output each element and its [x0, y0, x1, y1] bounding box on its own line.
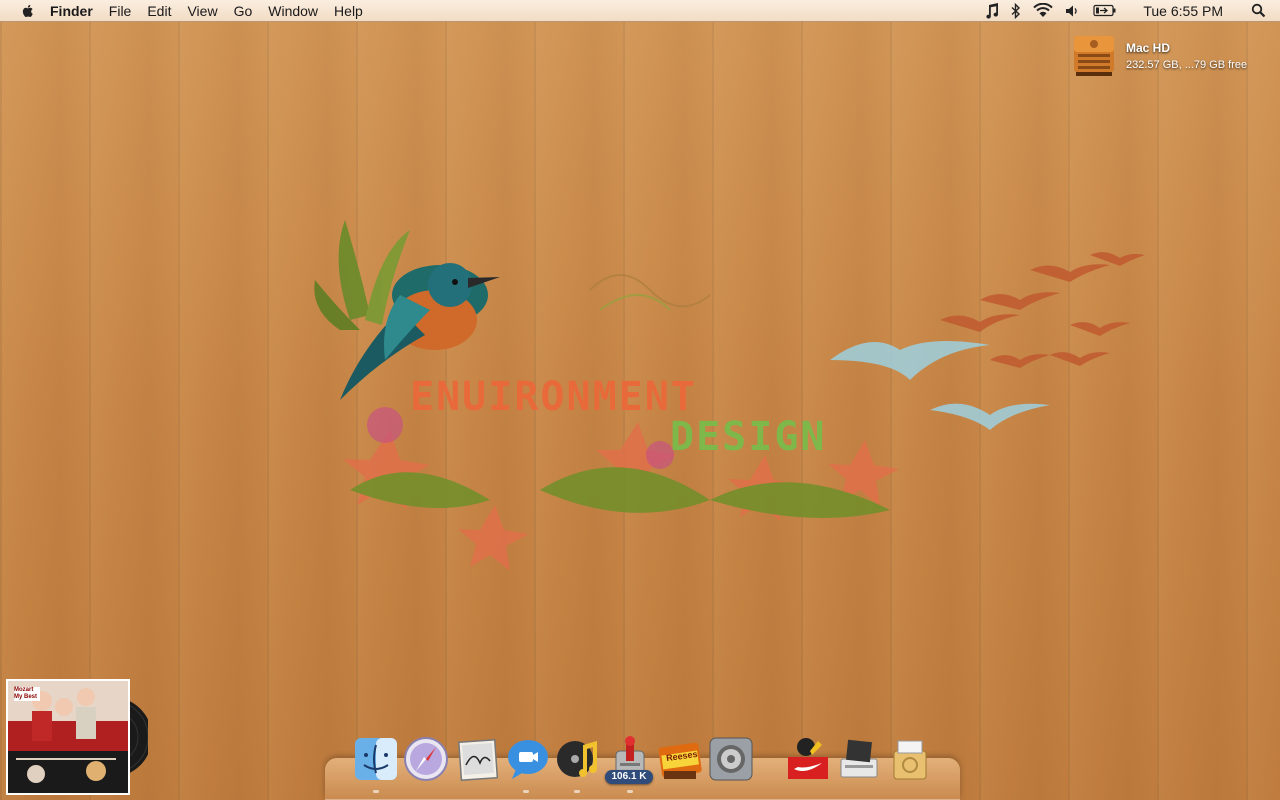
menu-file[interactable]: File: [101, 0, 140, 22]
dock-reeses[interactable]: Reeses: [656, 735, 704, 783]
dock-ichat[interactable]: [504, 735, 552, 783]
finder-running-indicator: [373, 790, 379, 793]
itunes-running-indicator: [574, 790, 580, 793]
ichat-icon: [508, 740, 548, 779]
bluetooth-icon[interactable]: [1011, 0, 1021, 22]
menu-clock[interactable]: Tue 6:55 PM: [1135, 0, 1231, 22]
transmission-running-indicator: [627, 790, 633, 793]
wallpaper-artwork: ENUIRONMENT DESIGN: [314, 220, 1145, 571]
drive-name-label: Mac HD: [1126, 41, 1171, 55]
system-preferences-icon: [709, 737, 753, 781]
transmission-speed-badge: 106.1 K: [605, 770, 653, 784]
finder-icon: [355, 738, 397, 780]
menu-help[interactable]: Help: [326, 0, 371, 22]
battery-icon[interactable]: [1093, 0, 1117, 22]
dock-safari[interactable]: [402, 735, 450, 783]
album-cover-text: Mozart My Best: [14, 687, 40, 701]
dock-system-preferences[interactable]: [707, 735, 755, 783]
wallpaper-title-line2: DESIGN: [670, 414, 827, 460]
dock-preview[interactable]: [454, 735, 502, 783]
hard-drive-icon: [1074, 36, 1114, 76]
safari-icon: [404, 737, 448, 781]
menu-edit[interactable]: Edit: [139, 0, 179, 22]
apple-menu-icon[interactable]: [20, 3, 36, 19]
wifi-icon[interactable]: [1033, 0, 1054, 22]
flying-birds-illustration: [830, 252, 1145, 430]
ichat-running-indicator: [523, 790, 529, 793]
dock-trash[interactable]: [886, 735, 934, 783]
itunes-icon: [557, 741, 597, 777]
preview-icon: [457, 738, 499, 782]
downloads-icon: [840, 739, 878, 778]
dock-itunes[interactable]: [555, 735, 603, 783]
menu-go[interactable]: Go: [226, 0, 261, 22]
spotlight-icon[interactable]: [1251, 0, 1266, 22]
dock-finder[interactable]: [352, 735, 400, 783]
volume-icon[interactable]: [1065, 0, 1081, 22]
drive-info-label: 232.57 GB, ...79 GB free: [1126, 59, 1248, 71]
mac-hd-desktop-icon[interactable]: Mac HD 232.57 GB, ...79 GB free: [1070, 32, 1270, 82]
music-note-icon[interactable]: [985, 0, 999, 22]
dock-downloads[interactable]: [835, 735, 883, 783]
menu-bar: Finder File Edit View Go Window Help Tue…: [0, 0, 1280, 22]
album-art-widget[interactable]: Mozart My Best: [6, 679, 152, 795]
menu-finder[interactable]: Finder: [50, 0, 101, 22]
dock-nike[interactable]: [784, 735, 832, 783]
trash-icon: [893, 740, 927, 780]
menu-view[interactable]: View: [179, 0, 225, 22]
wallpaper-title-line1: ENUIRONMENT: [410, 374, 697, 420]
status-menus: Tue 6:55 PM: [979, 0, 1280, 22]
nike-icon: [788, 738, 828, 779]
menu-window[interactable]: Window: [260, 0, 326, 22]
